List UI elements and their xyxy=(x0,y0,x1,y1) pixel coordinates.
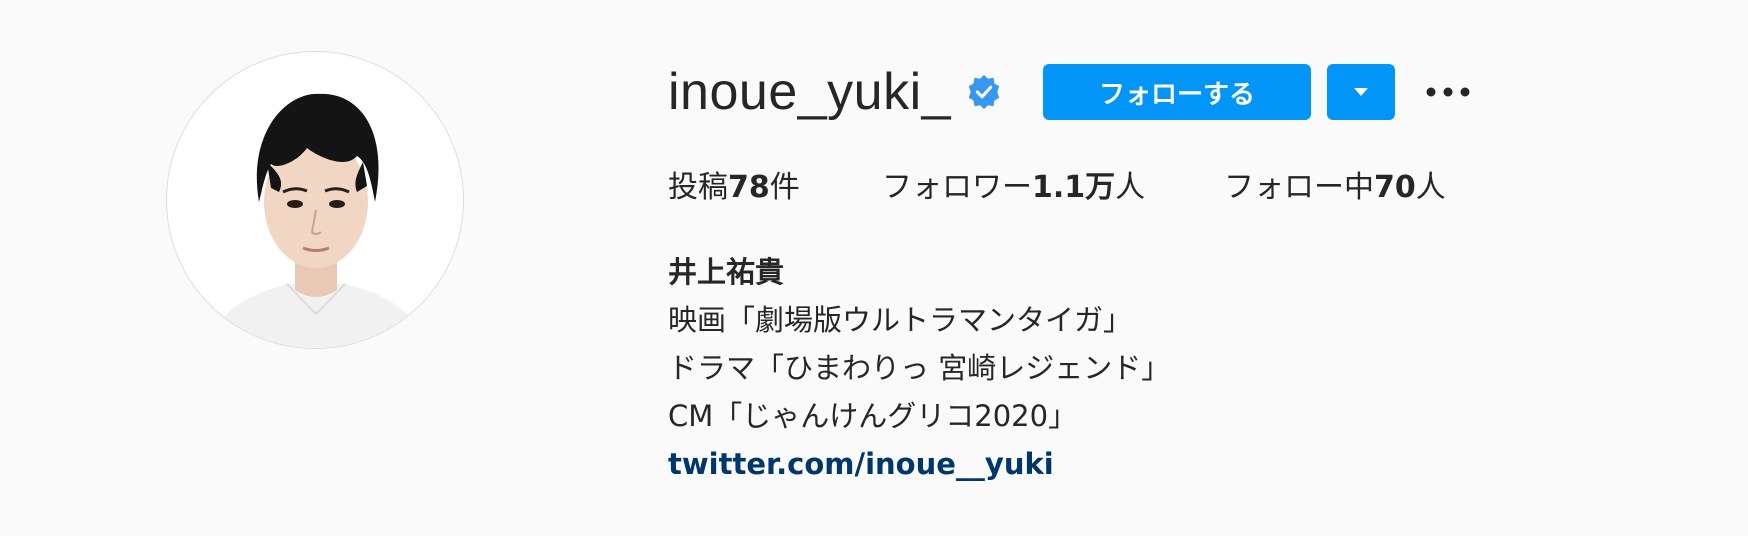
posts-count: 投稿 78 件 xyxy=(668,166,882,210)
full-name: 井上祐貴 xyxy=(668,255,785,289)
profile-avatar[interactable] xyxy=(166,51,464,349)
posts-unit: 件 xyxy=(769,170,800,205)
more-options-button[interactable] xyxy=(1423,72,1473,112)
ellipsis-icon xyxy=(1426,87,1470,97)
followers-label: フォロワー xyxy=(882,170,1032,205)
following-unit: 人 xyxy=(1415,170,1446,205)
followers-number: 1.1万 xyxy=(1032,170,1116,205)
following-count-link[interactable]: フォロー中 70 人 xyxy=(1224,166,1446,210)
profile-stats: 投稿 78 件 フォロワー 1.1万人 フォロー中 70 人 xyxy=(668,166,1446,210)
followers-unit: 人 xyxy=(1115,170,1146,205)
bio-line: ドラマ「ひまわりっ 宮崎レジェンド」 xyxy=(668,351,1171,385)
followers-count-link[interactable]: フォロワー 1.1万人 xyxy=(882,166,1224,210)
posts-number: 78 xyxy=(728,170,770,205)
profile-header-row: inoue_yuki_ フォローする xyxy=(668,54,1473,130)
following-number: 70 xyxy=(1374,170,1416,205)
bio-line: 映画「劇場版ウルトラマンタイガ」 xyxy=(668,303,1133,337)
posts-label: 投稿 xyxy=(668,170,728,205)
suggested-dropdown-button[interactable] xyxy=(1327,64,1396,120)
bio-line: CM「じゃんけんグリコ2020」 xyxy=(668,399,1078,433)
bio-external-link[interactable]: twitter.com/inoue__yuki xyxy=(668,440,1170,488)
verified-badge-icon xyxy=(965,73,1003,111)
triangle-down-icon xyxy=(1354,88,1369,96)
avatar-photo xyxy=(167,52,463,348)
profile-bio: 井上祐貴 映画「劇場版ウルトラマンタイガ」 ドラマ「ひまわりっ 宮崎レジェンド」… xyxy=(668,248,1170,488)
username: inoue_yuki_ xyxy=(668,63,952,121)
following-label: フォロー中 xyxy=(1224,170,1374,205)
follow-button[interactable]: フォローする xyxy=(1043,64,1312,120)
